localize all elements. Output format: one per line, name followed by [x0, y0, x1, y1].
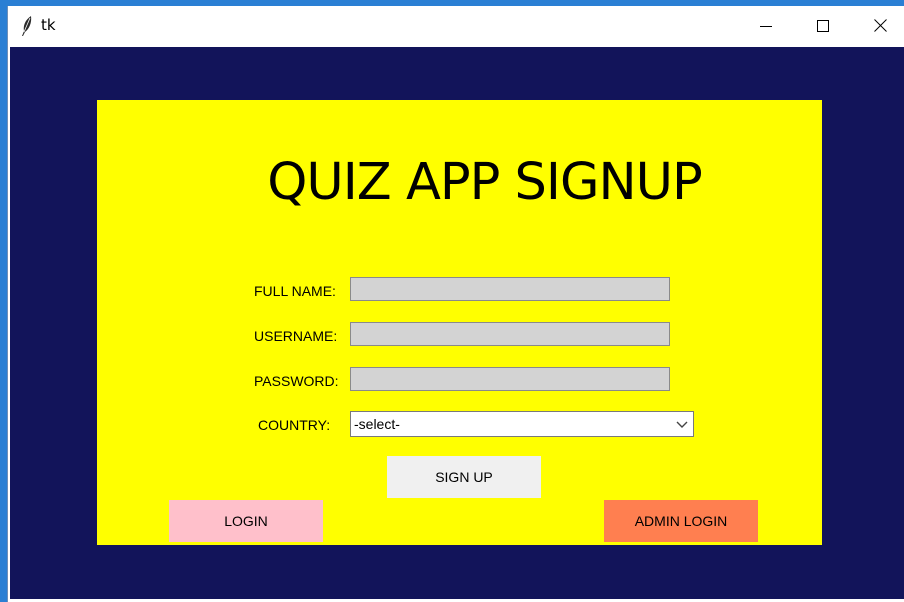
- close-icon: [873, 17, 887, 36]
- login-button[interactable]: LOGIN: [169, 500, 323, 542]
- minimize-button[interactable]: [743, 6, 789, 46]
- country-label: COUNTRY:: [258, 417, 331, 433]
- window-title: tk: [41, 16, 56, 34]
- country-select[interactable]: -select-: [350, 411, 694, 437]
- full-name-field[interactable]: [350, 277, 670, 301]
- feather-icon: [20, 15, 34, 37]
- admin-login-button[interactable]: ADMIN LOGIN: [604, 500, 758, 542]
- maximize-button[interactable]: [800, 6, 846, 46]
- close-button[interactable]: [857, 6, 903, 46]
- signup-panel: QUIZ APP SIGNUP FULL NAME: USERNAME: PAS…: [97, 100, 822, 545]
- password-label: PASSWORD:: [254, 373, 339, 389]
- sign-up-button[interactable]: SIGN UP: [387, 456, 541, 498]
- minimize-icon: [760, 17, 772, 36]
- app-window: tk QUIZ APP SIGNUP FULL NAME: USERNAME: …: [7, 6, 904, 602]
- username-label: USERNAME:: [254, 328, 338, 344]
- window-client-area: QUIZ APP SIGNUP FULL NAME: USERNAME: PAS…: [10, 47, 904, 599]
- chevron-down-icon: [675, 417, 689, 431]
- maximize-icon: [817, 17, 829, 36]
- page-title: QUIZ APP SIGNUP: [267, 153, 702, 212]
- title-bar[interactable]: tk: [8, 6, 904, 46]
- password-field[interactable]: [350, 367, 670, 391]
- username-field[interactable]: [350, 322, 670, 346]
- full-name-label: FULL NAME:: [254, 283, 336, 299]
- country-select-value: -select-: [354, 416, 400, 432]
